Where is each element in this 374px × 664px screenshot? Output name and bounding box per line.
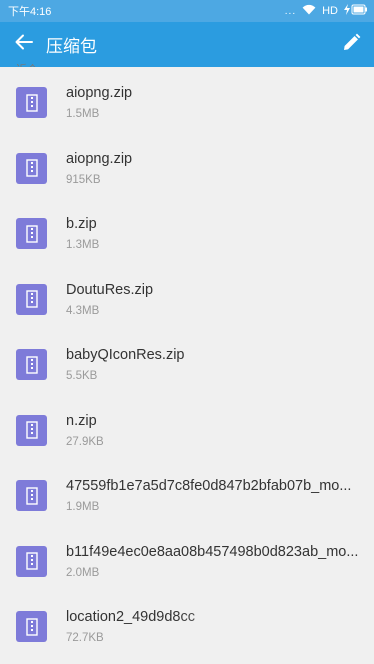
status-bar: 下午4:16 ... HD <box>0 0 374 22</box>
file-list-item[interactable]: babyQIconRes.zip 5.5KB <box>0 332 374 398</box>
arrow-left-icon <box>15 34 33 55</box>
file-list-item[interactable]: b.zip 1.3MB <box>0 201 374 267</box>
file-name: location2_49d9d8cc <box>66 609 195 626</box>
file-list: aiopng.zip 1.5MB aiopng.zip 915KB b.zip … <box>0 70 374 660</box>
zip-file-icon <box>16 283 47 315</box>
file-name: b.zip <box>66 216 97 233</box>
zip-file-icon <box>16 87 47 119</box>
section-header-peek: 近个 <box>16 61 38 67</box>
network-type: HD <box>322 5 338 17</box>
battery-charging-icon <box>344 4 368 18</box>
zip-file-icon <box>16 152 47 184</box>
file-size: 1.5MB <box>66 108 100 121</box>
edit-button[interactable] <box>338 32 364 58</box>
file-list-item[interactable]: n.zip 27.9KB <box>0 398 374 464</box>
zip-file-icon <box>16 414 47 446</box>
pencil-icon <box>341 33 361 58</box>
file-size: 915KB <box>66 173 101 186</box>
file-name: DoutuRes.zip <box>66 281 154 298</box>
file-list-item[interactable]: aiopng.zip 915KB <box>0 136 374 202</box>
file-size: 5.5KB <box>66 370 98 383</box>
file-name: aiopng.zip <box>66 150 133 167</box>
file-name: 47559fb1e7a5d7c8fe0d847b2bfab07b_mo... <box>66 478 352 495</box>
file-name: aiopng.zip <box>66 85 133 102</box>
page-title: 压缩包 <box>46 37 97 56</box>
file-size: 4.3MB <box>66 304 100 317</box>
app-bar: 压缩包 <box>0 22 374 67</box>
file-name: b11f49e4ec0e8aa08b457498b0d823ab_mo... <box>66 543 359 560</box>
zip-file-icon <box>16 218 47 250</box>
file-name: n.zip <box>66 412 97 429</box>
notification-dots: ... <box>284 5 297 17</box>
file-size: 1.3MB <box>66 239 100 252</box>
zip-file-icon <box>16 349 47 381</box>
file-size: 1.9MB <box>66 501 100 514</box>
zip-file-icon <box>16 545 47 577</box>
file-name: babyQIconRes.zip <box>66 347 185 364</box>
file-list-item[interactable]: location2_49d9d8cc 72.7KB <box>0 594 374 660</box>
zip-file-icon <box>16 611 47 643</box>
file-size: 72.7KB <box>66 632 104 645</box>
file-list-item[interactable]: 47559fb1e7a5d7c8fe0d847b2bfab07b_mo... 1… <box>0 463 374 529</box>
file-size: 2.0MB <box>66 566 100 579</box>
status-time: 下午4:16 <box>8 6 52 18</box>
status-icons: ... HD <box>285 4 368 18</box>
file-list-item[interactable]: b11f49e4ec0e8aa08b457498b0d823ab_mo... 2… <box>0 529 374 595</box>
file-size: 27.9KB <box>66 435 104 448</box>
wifi-icon <box>302 4 316 18</box>
file-list-item[interactable]: DoutuRes.zip 4.3MB <box>0 267 374 333</box>
file-list-item[interactable]: aiopng.zip 1.5MB <box>0 70 374 136</box>
zip-file-icon <box>16 480 47 512</box>
